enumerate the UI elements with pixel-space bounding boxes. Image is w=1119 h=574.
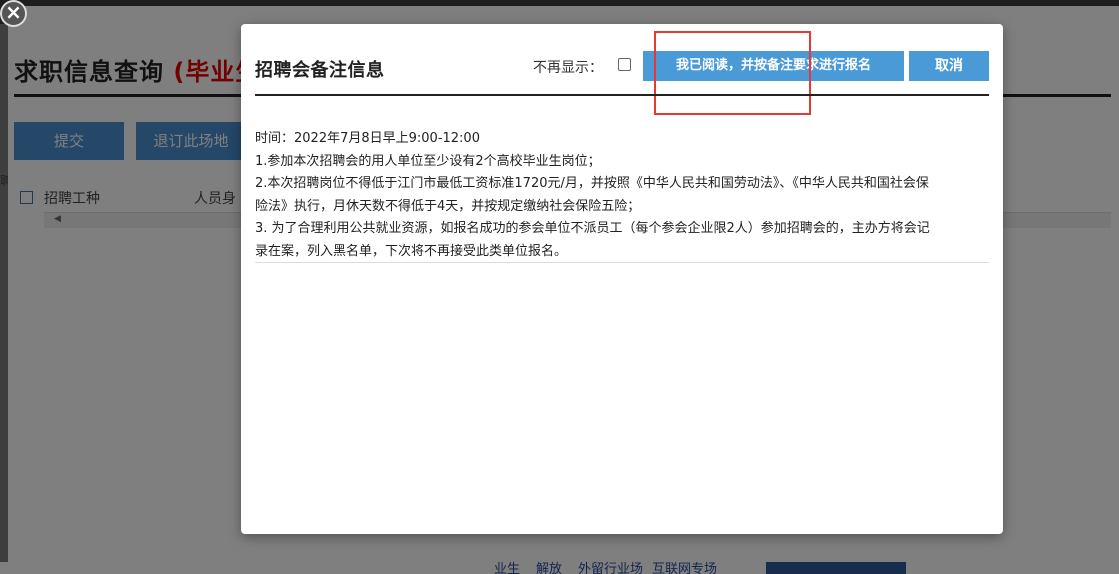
notes-bottom-divider [255, 262, 989, 263]
notes-line-3a: 3. 为了合理利用公共就业资源，如报名成功的参会单位不派员工（每个参会企业限2人… [255, 221, 930, 236]
screen: 聘 求职信息查询 (毕业生 提交 退订此场地 招聘工种 人员身 ◀ 业生 解放 … [0, 0, 1119, 574]
dont-show-again-checkbox[interactable] [618, 58, 631, 71]
notes-line-2a: 2.本次招聘岗位不得低于江门市最低工资标准1720元/月，并按照《中华人民共和国… [255, 176, 929, 191]
notes-line-2b: 险法》执行，月休天数不得低于4天，并按规定缴纳社会保险五险； [255, 198, 641, 214]
dialog-title-divider [255, 94, 989, 96]
notes-line-3b: 录在案，列入黑名单，下次将不再接受此类单位报名。 [255, 243, 568, 259]
close-icon[interactable]: × [0, 0, 27, 27]
cancel-button[interactable]: 取消 [909, 51, 989, 81]
notes-line-time: 时间：2022年7月8日早上9:00-12:00 [255, 131, 480, 146]
agree-and-register-button[interactable]: 我已阅读，并按备注要求进行报名 [643, 51, 904, 81]
dont-show-again-label: 不再显示： [533, 60, 603, 76]
notes-line-1: 1.参加本次招聘会的用人单位至少设有2个高校毕业生岗位； [255, 153, 601, 169]
dialog-title: 招聘会备注信息 [255, 60, 385, 81]
notes-dialog: 招聘会备注信息 不再显示： 我已阅读，并按备注要求进行报名 取消 时间：2022… [241, 24, 1003, 534]
notes-content: 时间：2022年7月8日早上9:00-12:00 1.参加本次招聘会的用人单位至… [255, 128, 989, 263]
